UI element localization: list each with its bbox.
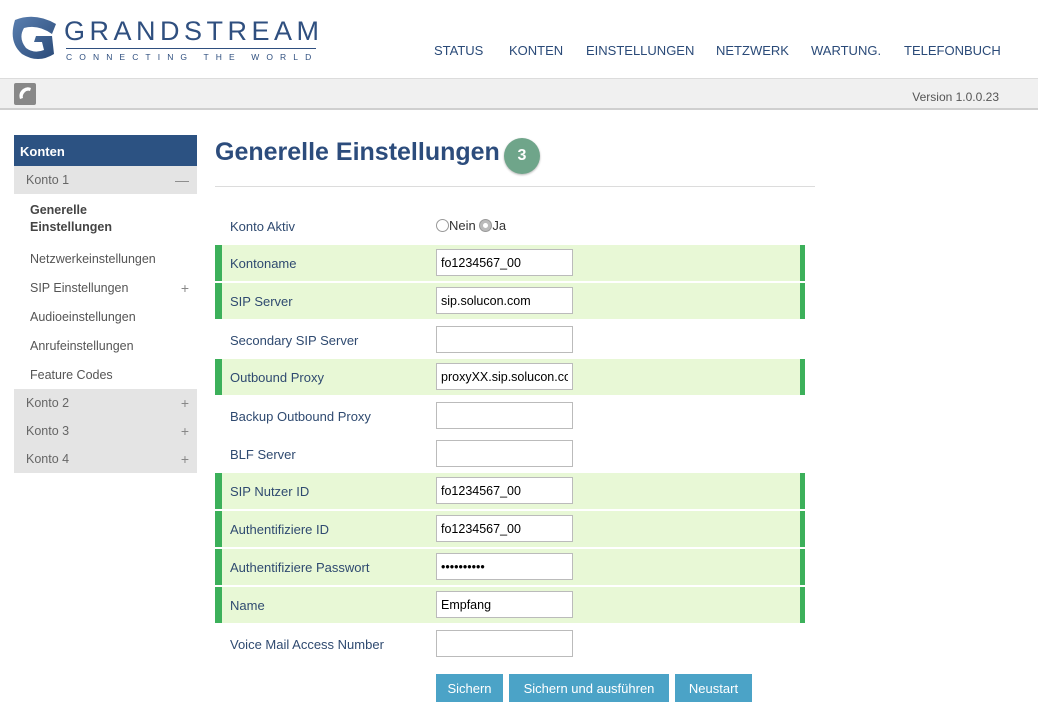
sidebar-item-label: Netzwerkeinstellungen — [30, 252, 156, 266]
outbound-proxy-input[interactable] — [436, 363, 573, 390]
field-label: BLF Server — [230, 447, 296, 462]
field-outbound-proxy: Outbound Proxy — [215, 359, 805, 395]
field-label: Secondary SIP Server — [230, 333, 359, 348]
minus-icon[interactable]: — — [175, 172, 189, 188]
sidebar-account-konto-1[interactable]: Konto 1 — — [14, 166, 197, 194]
nav-konten[interactable]: KONTEN — [509, 43, 563, 58]
field-label: SIP Server — [230, 294, 293, 309]
phone-button[interactable] — [14, 83, 36, 105]
field-label: Kontoname — [230, 256, 297, 271]
sidebar-item-feature-codes[interactable]: Feature Codes — [14, 360, 197, 389]
nav-einstellungen[interactable]: EINSTELLUNGEN — [586, 43, 694, 58]
firmware-version: Version 1.0.0.23 — [912, 90, 999, 104]
radio-ja[interactable] — [479, 219, 493, 232]
field-backup-outbound-proxy: Backup Outbound Proxy — [215, 397, 805, 435]
sidebar-item-netzwerkeinstellungen[interactable]: Netzwerkeinstellungen — [14, 244, 197, 273]
sidebar-account-konto-2[interactable]: Konto 2 + — [14, 389, 197, 417]
sidebar-account-label: Konto 3 — [26, 424, 70, 438]
plus-icon[interactable]: + — [181, 395, 189, 411]
field-label: Authentifiziere ID — [230, 522, 329, 537]
sidebar-item-sip-einstellungen[interactable]: SIP Einstellungen + — [14, 273, 197, 302]
page-title: Generelle Einstellungen — [215, 138, 500, 166]
sidebar-account-konto-4[interactable]: Konto 4 + — [14, 445, 197, 473]
sip-nutzer-id-input[interactable] — [436, 477, 573, 504]
restart-button[interactable]: Neustart — [675, 674, 752, 702]
field-sip-server: SIP Server — [215, 283, 805, 319]
sub-bar: Version 1.0.0.23 — [0, 78, 1038, 110]
sidebar-item-anrufeinstellungen[interactable]: Anrufeinstellungen — [14, 331, 197, 360]
title-divider — [215, 186, 815, 187]
nav-telefonbuch[interactable]: TELEFONBUCH — [904, 43, 1001, 58]
radio-nein-label: Nein — [449, 218, 476, 233]
password-input[interactable] — [436, 553, 573, 580]
plus-icon[interactable]: + — [181, 451, 189, 467]
field-authentifiziere-id: Authentifiziere ID — [215, 511, 805, 547]
field-label: Outbound Proxy — [230, 370, 324, 385]
sidebar-account-label: Konto 2 — [26, 396, 70, 410]
field-label: Voice Mail Access Number — [230, 637, 384, 652]
radio-nein[interactable] — [436, 219, 449, 232]
kontoname-input[interactable] — [436, 249, 573, 276]
sidebar-item-label: Audioeinstellungen — [30, 310, 136, 324]
field-name: Name — [215, 587, 805, 623]
field-label: Authentifiziere Passwort — [230, 560, 370, 575]
field-secondary-sip-server: Secondary SIP Server — [215, 321, 805, 359]
blf-server-input[interactable] — [436, 440, 573, 467]
nav-netzwerk[interactable]: NETZWERK — [716, 43, 789, 58]
field-authentifiziere-passwort: Authentifiziere Passwort — [215, 549, 805, 585]
sidebar-item-generelle-einstellungen[interactable]: Generelle Einstellungen — [14, 194, 197, 244]
plus-icon[interactable]: + — [181, 423, 189, 439]
save-apply-button[interactable]: Sichern und ausführen — [509, 674, 669, 702]
name-input[interactable] — [436, 591, 573, 618]
plus-icon[interactable]: + — [181, 280, 189, 296]
nav-wartung[interactable]: WARTUNG. — [811, 43, 881, 58]
sidebar-item-audioeinstellungen[interactable]: Audioeinstellungen — [14, 302, 197, 331]
sidebar-item-label: Anrufeinstellungen — [30, 339, 134, 353]
field-blf-server: BLF Server — [215, 435, 805, 473]
field-label: Backup Outbound Proxy — [230, 409, 371, 424]
sidebar-item-label: SIP Einstellungen — [30, 281, 129, 295]
radio-ja-label: Ja — [492, 218, 507, 233]
sidebar-header: Konten — [14, 135, 197, 166]
voice-mail-access-number-input[interactable] — [436, 630, 573, 657]
phone-icon — [19, 87, 31, 99]
sidebar-account-label: Konto 1 — [26, 173, 70, 187]
sip-server-input[interactable] — [436, 287, 573, 314]
sidebar-item-label: Generelle Einstellungen — [30, 203, 112, 234]
field-label: SIP Nutzer ID — [230, 484, 310, 499]
field-label: Name — [230, 598, 265, 613]
field-label: Konto Aktiv — [230, 219, 296, 234]
field-voice-mail-access-number: Voice Mail Access Number — [215, 625, 805, 663]
top-navigation: STATUS KONTEN EINSTELLUNGEN NETZWERK WAR… — [0, 43, 1038, 59]
save-button[interactable]: Sichern — [436, 674, 503, 702]
backup-outbound-proxy-input[interactable] — [436, 402, 573, 429]
field-kontoname: Kontoname — [215, 245, 805, 281]
header: GRANDSTREAM CONNECTING THE WORLD STATUS … — [0, 0, 1038, 78]
sidebar-item-label: Feature Codes — [30, 368, 113, 382]
konto-aktiv-radio-group: Nein Ja — [436, 218, 506, 233]
sidebar-account-konto-3[interactable]: Konto 3 + — [14, 417, 197, 445]
nav-status[interactable]: STATUS — [434, 43, 483, 58]
field-sip-nutzer-id: SIP Nutzer ID — [215, 473, 805, 509]
step-badge: 3 — [504, 138, 540, 174]
account-settings-form: Konto Aktiv Nein Ja Kontoname SIP Server… — [215, 207, 805, 663]
authentifiziere-id-input[interactable] — [436, 515, 573, 542]
field-konto-aktiv: Konto Aktiv Nein Ja — [215, 207, 805, 245]
sidebar: Konten Konto 1 — Generelle Einstellungen… — [14, 135, 197, 473]
secondary-sip-server-input[interactable] — [436, 326, 573, 353]
sidebar-account-label: Konto 4 — [26, 452, 70, 466]
